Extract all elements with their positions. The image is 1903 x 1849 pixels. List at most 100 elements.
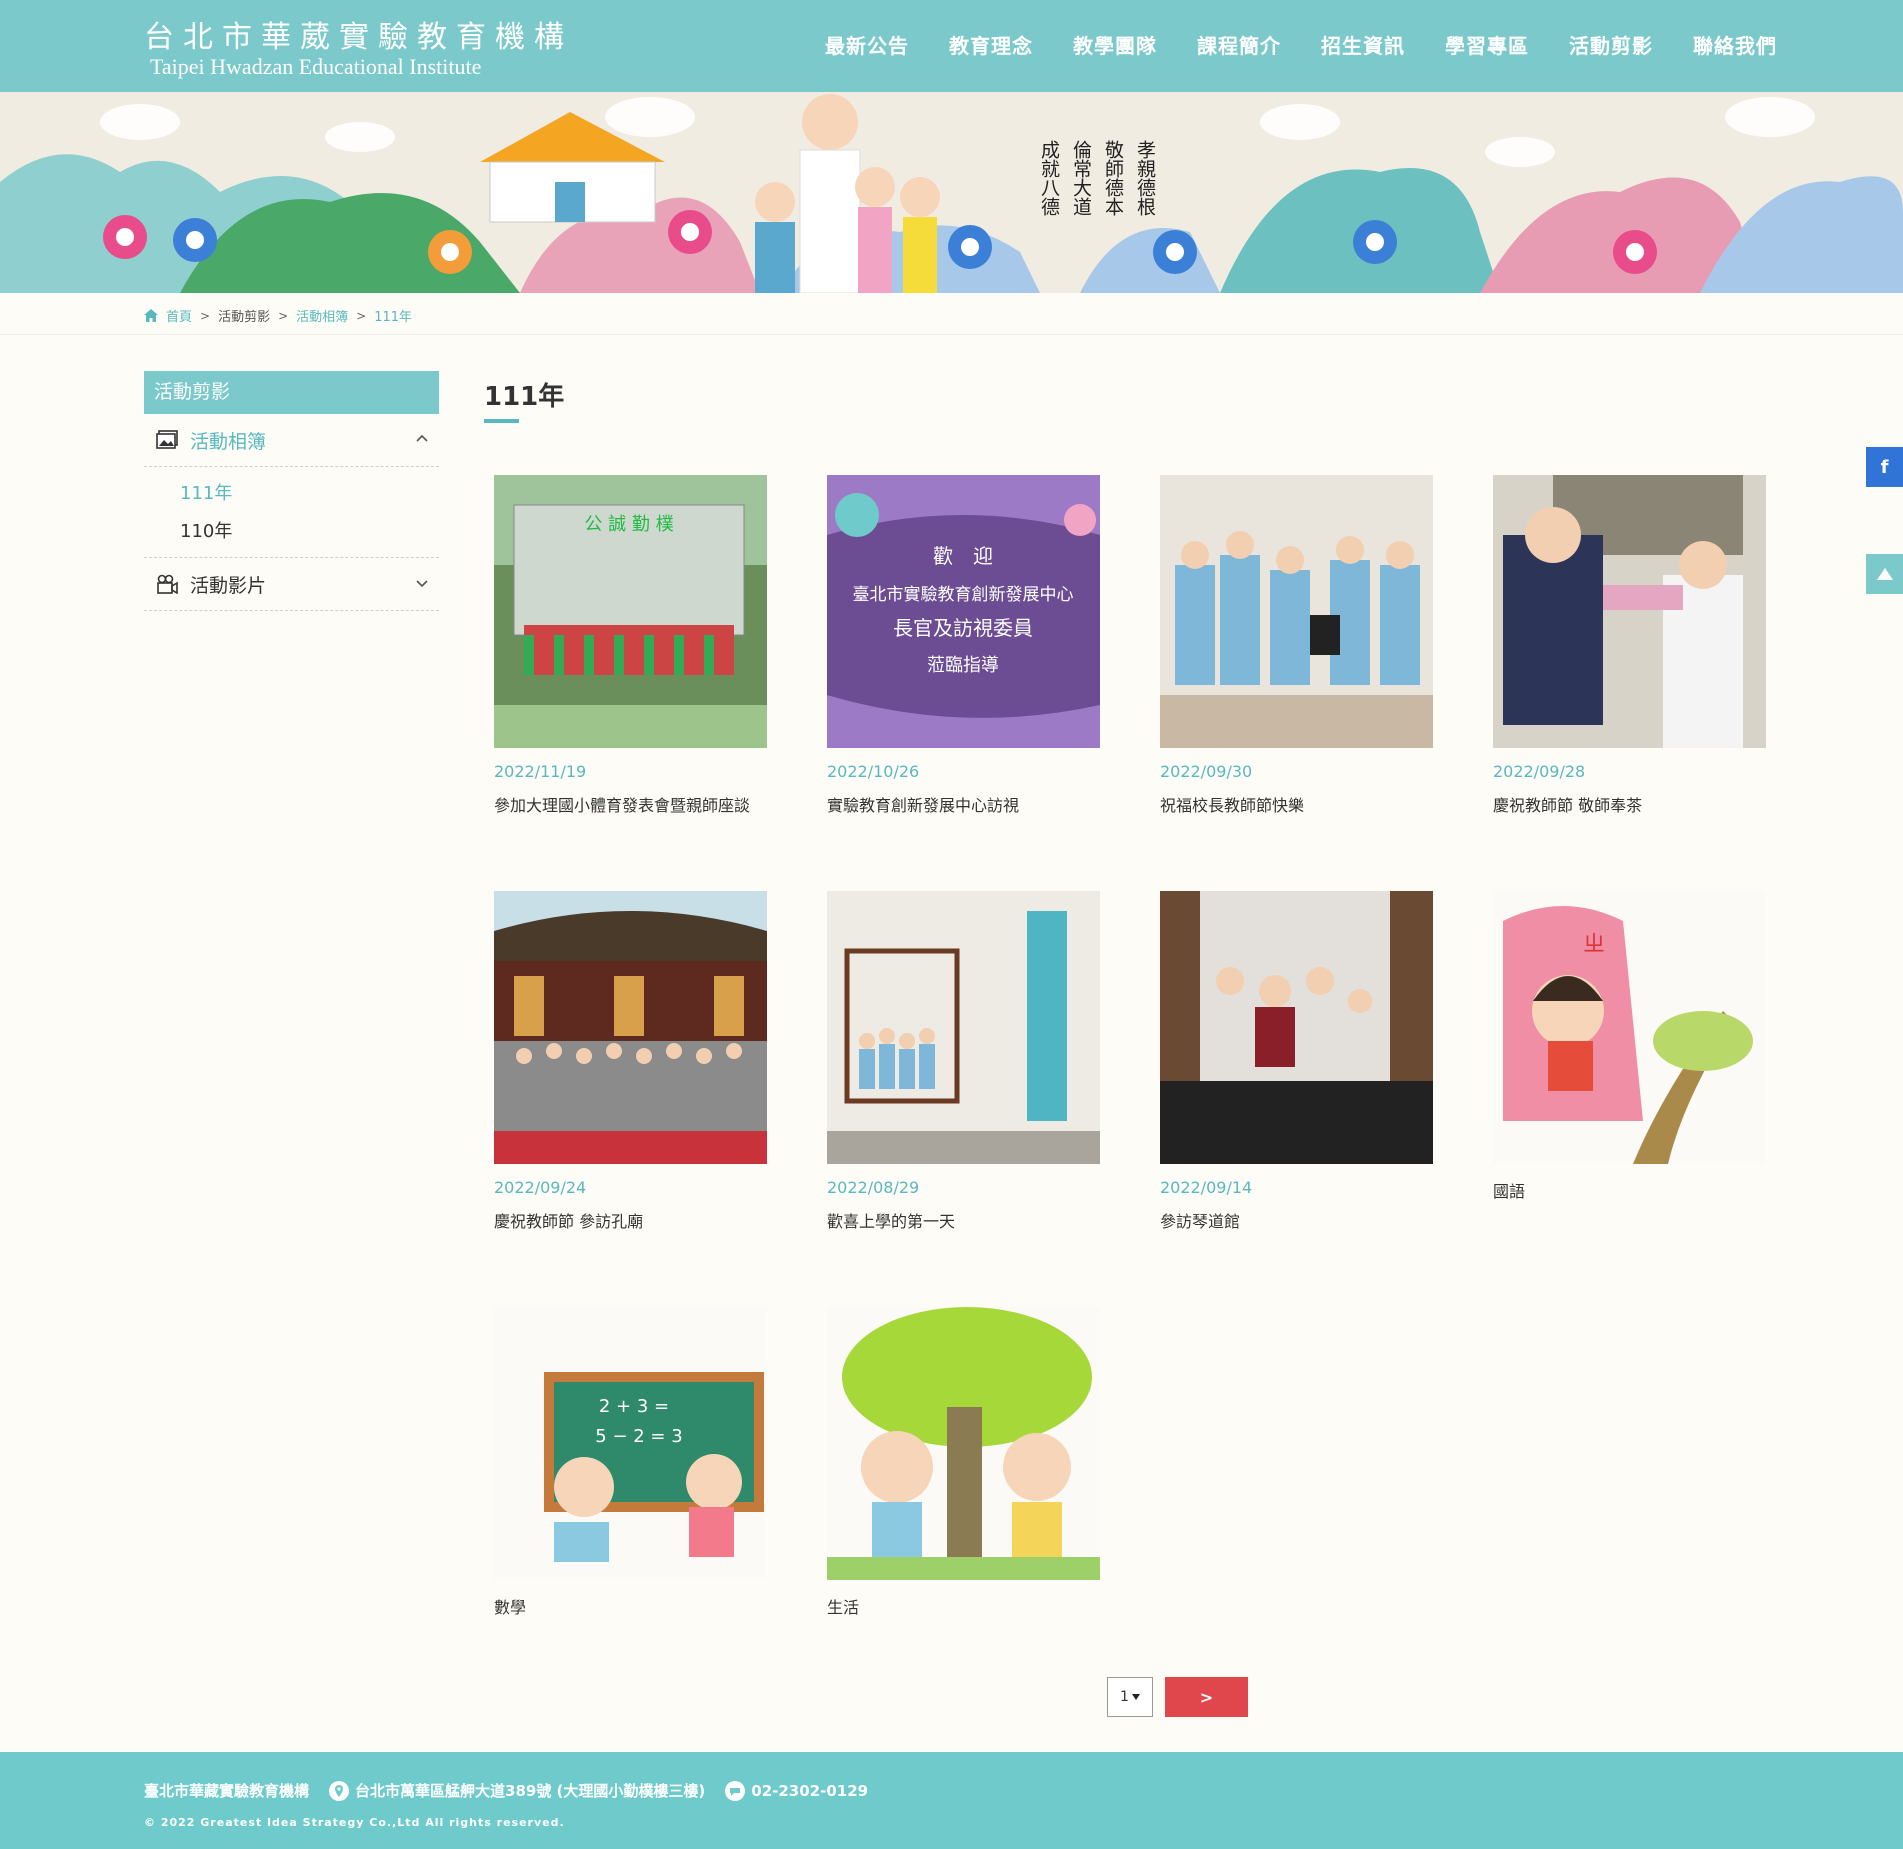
footer-address[interactable]: 台北市萬華區艋舺大道389號 (大理國小勤樸樓三樓) xyxy=(355,1780,705,1801)
next-page-button[interactable]: > xyxy=(1165,1677,1248,1717)
page-select-value: 1 xyxy=(1120,1689,1129,1705)
title-underline xyxy=(484,419,519,423)
thumb-math-line-1: 2 + 3 = xyxy=(599,1396,669,1417)
album-thumbnail[interactable]: 公 誠 勤 樸 xyxy=(494,475,767,748)
logo-english[interactable]: Taipei Hwadzan Educational Institute xyxy=(150,54,481,80)
album-card[interactable]: 2022/08/29 歡喜上學的第一天 xyxy=(827,891,1100,1231)
sidebar-item-videos[interactable]: 活動影片 xyxy=(144,558,439,611)
video-camera-icon xyxy=(157,574,178,594)
banner-calligraphy-1: 孝親德根 xyxy=(1134,140,1156,216)
album-caption[interactable]: 國語 xyxy=(1493,1178,1766,1201)
sidebar-year-110[interactable]: 110年 xyxy=(180,513,439,551)
breadcrumb-separator-icon: > xyxy=(356,308,367,323)
album-caption[interactable]: 祝福校長教師節快樂 xyxy=(1160,792,1433,815)
thumb-welcome-line-4: 蒞臨指導 xyxy=(927,655,999,676)
banner-calligraphy-4: 成就八德 xyxy=(1038,140,1060,216)
album-card[interactable]: 2022/09/28 慶祝教師節 敬師奉茶 xyxy=(1493,475,1766,815)
album-thumbnail[interactable]: ㄓ xyxy=(1493,891,1766,1164)
nav-team[interactable]: 教學團隊 xyxy=(1073,30,1157,59)
sidebar-item-albums[interactable]: 活動相簿 xyxy=(144,414,439,467)
chat-bubble-icon xyxy=(725,1780,746,1801)
footer-info: 臺北市華藏實驗教育機構 台北市萬華區艋舺大道389號 (大理國小勤樸樓三樓) 0… xyxy=(144,1780,868,1801)
album-thumbnail[interactable] xyxy=(827,1307,1100,1580)
album-thumbnail[interactable] xyxy=(494,891,767,1164)
breadcrumb-bar: 首頁 > 活動剪影 > 活動相簿 > 111年 xyxy=(0,293,1903,335)
facebook-share-button[interactable]: f xyxy=(1866,447,1903,487)
sidebar-title: 活動剪影 xyxy=(144,371,439,414)
breadcrumb-albums[interactable]: 活動相簿 xyxy=(296,306,348,325)
site-footer: 臺北市華藏實驗教育機構 台北市萬華區艋舺大道389號 (大理國小勤樸樓三樓) 0… xyxy=(0,1752,1903,1849)
footer-org-name: 臺北市華藏實驗教育機構 xyxy=(144,1782,310,1800)
chevron-down-icon[interactable] xyxy=(415,576,429,590)
album-caption[interactable]: 數學 xyxy=(494,1594,767,1617)
facebook-icon: f xyxy=(1880,456,1889,478)
page-select[interactable]: 1 xyxy=(1107,1677,1153,1717)
breadcrumb-separator-icon: > xyxy=(278,308,289,323)
nav-contact[interactable]: 聯絡我們 xyxy=(1693,30,1777,59)
thumb-math-line-2: 5 − 2 = 3 xyxy=(595,1426,682,1447)
sidebar: 活動剪影 活動相簿 111年 110年 活動影片 xyxy=(144,371,439,611)
breadcrumb-home[interactable]: 首頁 xyxy=(166,306,192,325)
album-caption[interactable]: 慶祝教師節 參訪孔廟 xyxy=(494,1208,767,1231)
banner-calligraphy-2: 敬師德本 xyxy=(1102,140,1124,216)
album-date: 2022/09/28 xyxy=(1493,762,1586,781)
album-date: 2022/09/14 xyxy=(1160,1178,1253,1197)
album-date: 2022/11/19 xyxy=(494,762,587,781)
sidebar-item-albums-label: 活動相簿 xyxy=(190,430,267,453)
album-caption[interactable]: 生活 xyxy=(827,1594,1100,1617)
album-thumbnail[interactable] xyxy=(827,891,1100,1164)
dropdown-arrow-icon xyxy=(1131,1694,1140,1700)
footer-copyright: © 2022 Greatest Idea Strategy Co.,Ltd Al… xyxy=(144,1816,565,1829)
banner-calligraphy-3: 倫常大道 xyxy=(1070,140,1092,216)
nav-admissions[interactable]: 招生資訊 xyxy=(1321,30,1405,59)
album-thumbnail[interactable] xyxy=(1160,475,1433,748)
location-pin-icon xyxy=(329,1780,350,1801)
album-thumbnail[interactable] xyxy=(1493,475,1766,748)
svg-text:ㄓ: ㄓ xyxy=(1583,932,1605,957)
album-caption[interactable]: 慶祝教師節 敬師奉茶 xyxy=(1493,792,1766,815)
thumb-welcome-line-2: 臺北市實驗教育創新發展中心 xyxy=(853,585,1074,605)
footer-phone[interactable]: 02-2302-0129 xyxy=(751,1782,868,1800)
sidebar-year-111[interactable]: 111年 xyxy=(180,475,439,513)
album-card[interactable]: 2 + 3 = 5 − 2 = 3 數學 xyxy=(494,1307,767,1617)
album-caption[interactable]: 實驗教育創新發展中心訪視 xyxy=(827,792,1100,815)
banner-illustration: 孝親德根 敬師德本 倫常大道 成就八德 xyxy=(0,92,1903,293)
nav-courses[interactable]: 課程簡介 xyxy=(1197,30,1281,59)
album-card[interactable]: 生活 xyxy=(827,1307,1100,1617)
hero-banner: 孝親德根 敬師德本 倫常大道 成就八德 xyxy=(0,92,1903,293)
thumb-welcome-line-3: 長官及訪視委員 xyxy=(893,616,1033,640)
album-card[interactable]: 2022/09/30 祝福校長教師節快樂 xyxy=(1160,475,1433,815)
nav-learning[interactable]: 學習專區 xyxy=(1445,30,1529,59)
album-card[interactable]: 2022/09/14 參訪琴道館 xyxy=(1160,891,1433,1231)
album-card[interactable]: 歡 迎 臺北市實驗教育創新發展中心 長官及訪視委員 蒞臨指導 2022/10/2… xyxy=(827,475,1100,815)
nav-news[interactable]: 最新公告 xyxy=(825,30,909,59)
album-date: 2022/09/24 xyxy=(494,1178,587,1197)
main-nav: 最新公告 教育理念 教學團隊 課程簡介 招生資訊 學習專區 活動剪影 聯絡我們 xyxy=(825,30,1777,59)
back-to-top-button[interactable] xyxy=(1866,554,1903,594)
sidebar-item-videos-label: 活動影片 xyxy=(190,574,267,597)
logo-chinese[interactable]: 台北市華葳實驗教育機構 xyxy=(144,12,573,56)
album-card[interactable]: 2022/09/24 慶祝教師節 參訪孔廟 xyxy=(494,891,767,1231)
album-caption[interactable]: 參加大理國小體育發表會暨親師座談 xyxy=(494,792,767,815)
arrow-up-icon xyxy=(1876,568,1893,580)
breadcrumb: 首頁 > 活動剪影 > 活動相簿 > 111年 xyxy=(144,306,412,325)
chevron-up-icon[interactable] xyxy=(415,432,429,446)
site-header: 台北市華葳實驗教育機構 Taipei Hwadzan Educational I… xyxy=(0,0,1903,92)
album-thumbnail[interactable] xyxy=(1160,891,1433,1164)
breadcrumb-activities[interactable]: 活動剪影 xyxy=(218,306,270,325)
photo-album-icon xyxy=(156,430,178,449)
album-thumbnail[interactable]: 2 + 3 = 5 − 2 = 3 xyxy=(494,1307,767,1580)
album-caption[interactable]: 參訪琴道館 xyxy=(1160,1208,1433,1231)
breadcrumb-separator-icon: > xyxy=(200,308,211,323)
nav-activities[interactable]: 活動剪影 xyxy=(1569,30,1653,59)
sidebar-year-list: 111年 110年 xyxy=(144,467,439,558)
thumb-welcome-line-1: 歡 迎 xyxy=(933,544,993,568)
album-thumbnail[interactable]: 歡 迎 臺北市實驗教育創新發展中心 長官及訪視委員 蒞臨指導 xyxy=(827,475,1100,748)
album-caption[interactable]: 歡喜上學的第一天 xyxy=(827,1208,1100,1231)
nav-philosophy[interactable]: 教育理念 xyxy=(949,30,1033,59)
album-card[interactable]: 公 誠 勤 樸 2022/11/19 參加大理國小體育發表會暨親師座談 xyxy=(494,475,767,815)
home-icon xyxy=(144,309,158,322)
album-date: 2022/08/29 xyxy=(827,1178,920,1197)
album-date: 2022/09/30 xyxy=(1160,762,1253,781)
album-card[interactable]: ㄓ 國語 xyxy=(1493,891,1766,1201)
